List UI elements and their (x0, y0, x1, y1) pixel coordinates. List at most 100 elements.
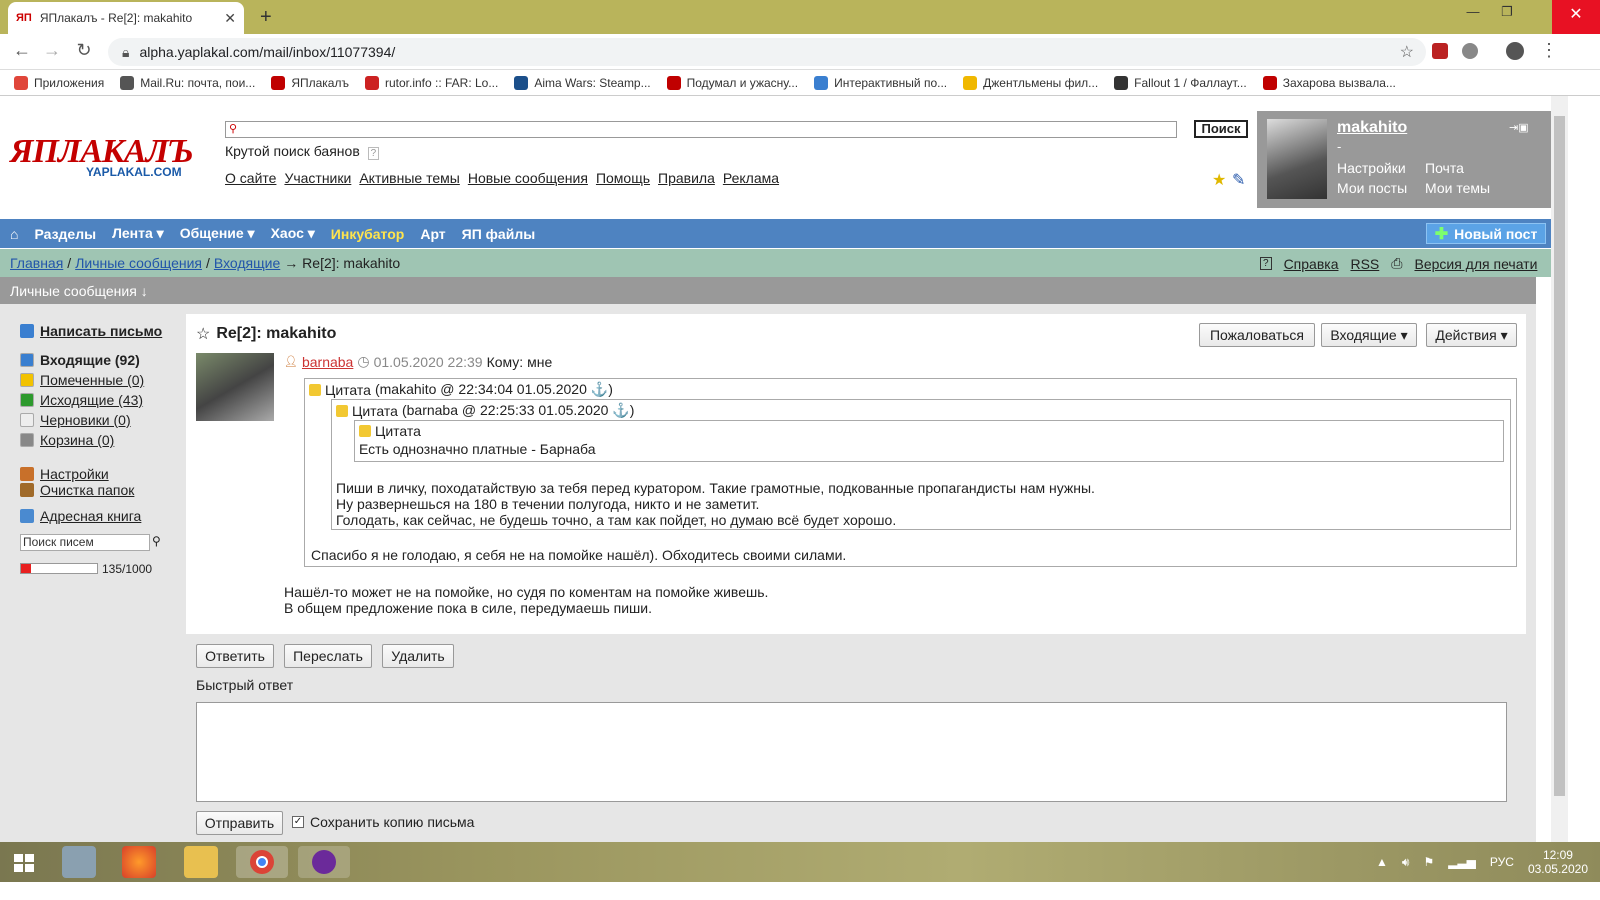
top-nav-link[interactable]: Активные темы (359, 170, 460, 186)
reload-icon[interactable]: ↻ (72, 40, 96, 61)
forward-icon[interactable]: → (40, 40, 64, 61)
save-copy-checkbox[interactable]: ✓ (292, 816, 304, 828)
restore-icon[interactable]: ❐ (1494, 4, 1520, 20)
addressbook-link[interactable]: Адресная книга (20, 508, 141, 524)
start-icon[interactable] (8, 846, 40, 878)
bookmark-item[interactable]: Джентльмены фил... (963, 75, 1098, 90)
bookmark-item[interactable]: Aima Wars: Steamp... (514, 75, 651, 90)
folder-icon[interactable] (184, 846, 218, 878)
bookmark-item[interactable]: Подумал и ужасну... (666, 75, 798, 90)
bookmark-item[interactable]: Mail.Ru: почта, пои... (120, 75, 255, 90)
user-posts-link[interactable]: Мои посты (1337, 180, 1407, 196)
extension-icon[interactable] (1462, 43, 1478, 59)
folder-link[interactable]: Корзина (0) (20, 432, 114, 448)
top-nav-link[interactable]: О сайте (225, 170, 276, 186)
help-icon[interactable]: ? (367, 147, 380, 160)
save-copy-option[interactable]: ✓ Сохранить копию письма (292, 814, 474, 830)
folder-dropdown[interactable]: Входящие ▾ (1321, 323, 1417, 347)
home-icon[interactable]: ⌂ (10, 226, 18, 242)
report-button[interactable]: Пожаловаться (1199, 323, 1315, 347)
pencil-icon[interactable]: ✎ (1232, 170, 1245, 190)
bookmark-item[interactable]: ЯПлакалъ (271, 75, 349, 90)
menu-dots-icon[interactable]: ⋮ (1540, 40, 1558, 61)
user-avatar[interactable] (1267, 119, 1327, 199)
bookmark-item[interactable]: Захарова вызвала... (1262, 75, 1396, 90)
delete-button[interactable]: Удалить (382, 644, 454, 668)
folder-link[interactable]: Входящие (92) (20, 352, 140, 368)
system-tray[interactable]: ▲ 🔊︎ ⚑ ▂▃▅ РУС 12:09 03.05.2020 (1376, 848, 1588, 876)
quote-meta[interactable]: (makahito @ 22:34:04 01.05.2020 ⚓) (375, 381, 613, 398)
username-link[interactable]: makahito (1337, 119, 1407, 137)
reply-button[interactable]: Ответить (196, 644, 274, 668)
clock[interactable]: 12:09 03.05.2020 (1528, 848, 1588, 876)
site-search-input[interactable]: ⚲ (225, 121, 1177, 138)
user-settings-link[interactable]: Настройки (1337, 160, 1406, 176)
nav-feed[interactable]: Лента ▾ (112, 225, 164, 242)
top-nav-link[interactable]: Помощь (596, 170, 650, 186)
folder-link[interactable]: Черновики (0) (20, 412, 131, 428)
bookmark-item[interactable]: Интерактивный по... (814, 75, 947, 90)
nav-incubator[interactable]: Инкубатор (331, 226, 405, 242)
language-indicator[interactable]: РУС (1490, 855, 1514, 869)
search-button[interactable]: Поиск (1194, 120, 1248, 138)
top-nav-link[interactable]: Реклама (723, 170, 779, 186)
volume-icon[interactable]: 🔊︎ (1402, 855, 1410, 869)
nav-chaos[interactable]: Хаос ▾ (271, 225, 315, 242)
favorites-star-icon[interactable]: ★ (1212, 170, 1226, 190)
back-icon[interactable]: ← (10, 40, 34, 61)
network-icon[interactable]: ▂▃▅ (1448, 855, 1476, 869)
mail-search-input[interactable]: Поиск писем (20, 534, 150, 551)
close-tab-icon[interactable]: ✕ (224, 10, 236, 27)
nav-sections[interactable]: Разделы (34, 226, 96, 242)
url-field[interactable]: 🔒︎ alpha.yaplakal.com/mail/inbox/1107739… (108, 38, 1426, 66)
new-post-button[interactable]: ✚ Новый пост (1426, 223, 1546, 244)
actions-dropdown[interactable]: Действия ▾ (1426, 323, 1517, 347)
scrollbar-thumb[interactable] (1554, 116, 1565, 796)
top-nav-link[interactable]: Правила (658, 170, 715, 186)
bookmark-star-icon[interactable]: ☆ (1400, 42, 1414, 62)
top-nav-link[interactable]: Участники (284, 170, 351, 186)
explorer-icon[interactable] (62, 846, 96, 878)
page-scrollbar[interactable] (1551, 96, 1568, 844)
chrome-icon[interactable] (236, 846, 288, 878)
user-topics-link[interactable]: Мои темы (1425, 180, 1490, 196)
settings-link[interactable]: Настройки (20, 466, 109, 482)
star-icon[interactable]: ☆ (196, 324, 210, 344)
firefox-icon[interactable] (122, 846, 156, 878)
profile-icon[interactable] (1506, 42, 1524, 60)
crumb-pm[interactable]: Личные сообщения (75, 255, 202, 271)
nav-files[interactable]: ЯП файлы (462, 226, 536, 242)
sender-link[interactable]: barnaba (302, 354, 353, 370)
search-icon[interactable]: ⚲ (152, 534, 161, 548)
crumb-inbox[interactable]: Входящие (214, 255, 280, 271)
top-nav-link[interactable]: Новые сообщения (468, 170, 588, 186)
bookmark-item[interactable]: Приложения (14, 75, 104, 90)
tor-icon[interactable] (298, 846, 350, 878)
new-tab-icon[interactable]: + (260, 6, 272, 29)
folder-link[interactable]: Помеченные (0) (20, 372, 144, 388)
logout-icon[interactable]: ⇥▣ (1509, 121, 1529, 134)
bookmark-item[interactable]: rutor.info :: FAR: Lo... (364, 75, 498, 90)
crumb-home[interactable]: Главная (10, 255, 63, 271)
close-window-icon[interactable]: ✕ (1552, 0, 1600, 34)
minimize-icon[interactable]: — (1460, 4, 1486, 19)
section-title[interactable]: Личные сообщения ↓ (0, 277, 1536, 304)
tray-arrow-icon[interactable]: ▲ (1376, 855, 1388, 869)
rss-link[interactable]: RSS (1350, 256, 1379, 272)
print-link[interactable]: Версия для печати (1414, 256, 1537, 272)
compose-link[interactable]: Написать письмо (20, 323, 162, 339)
user-mail-link[interactable]: Почта (1425, 160, 1464, 176)
nav-social[interactable]: Общение ▾ (180, 225, 255, 242)
help-link[interactable]: Справка (1284, 256, 1339, 272)
bookmark-item[interactable]: Fallout 1 / Фаллаут... (1114, 75, 1247, 90)
quote-meta[interactable]: (barnaba @ 22:25:33 01.05.2020 ⚓) (402, 402, 634, 419)
folder-link[interactable]: Исходящие (43) (20, 392, 143, 408)
quick-reply-textarea[interactable] (196, 702, 1507, 802)
flag-icon[interactable]: ⚑ (1423, 855, 1434, 869)
forward-button[interactable]: Переслать (284, 644, 372, 668)
cleanup-link[interactable]: Очистка папок (20, 482, 134, 498)
site-logo[interactable]: ЯПЛАКАЛЪ YAPLAKAL.COM (10, 133, 194, 179)
extension-shield-icon[interactable] (1432, 43, 1448, 59)
browser-tab[interactable]: ЯП ЯПлакалъ - Re[2]: makahito ✕ (8, 2, 244, 34)
send-button[interactable]: Отправить (196, 811, 283, 835)
